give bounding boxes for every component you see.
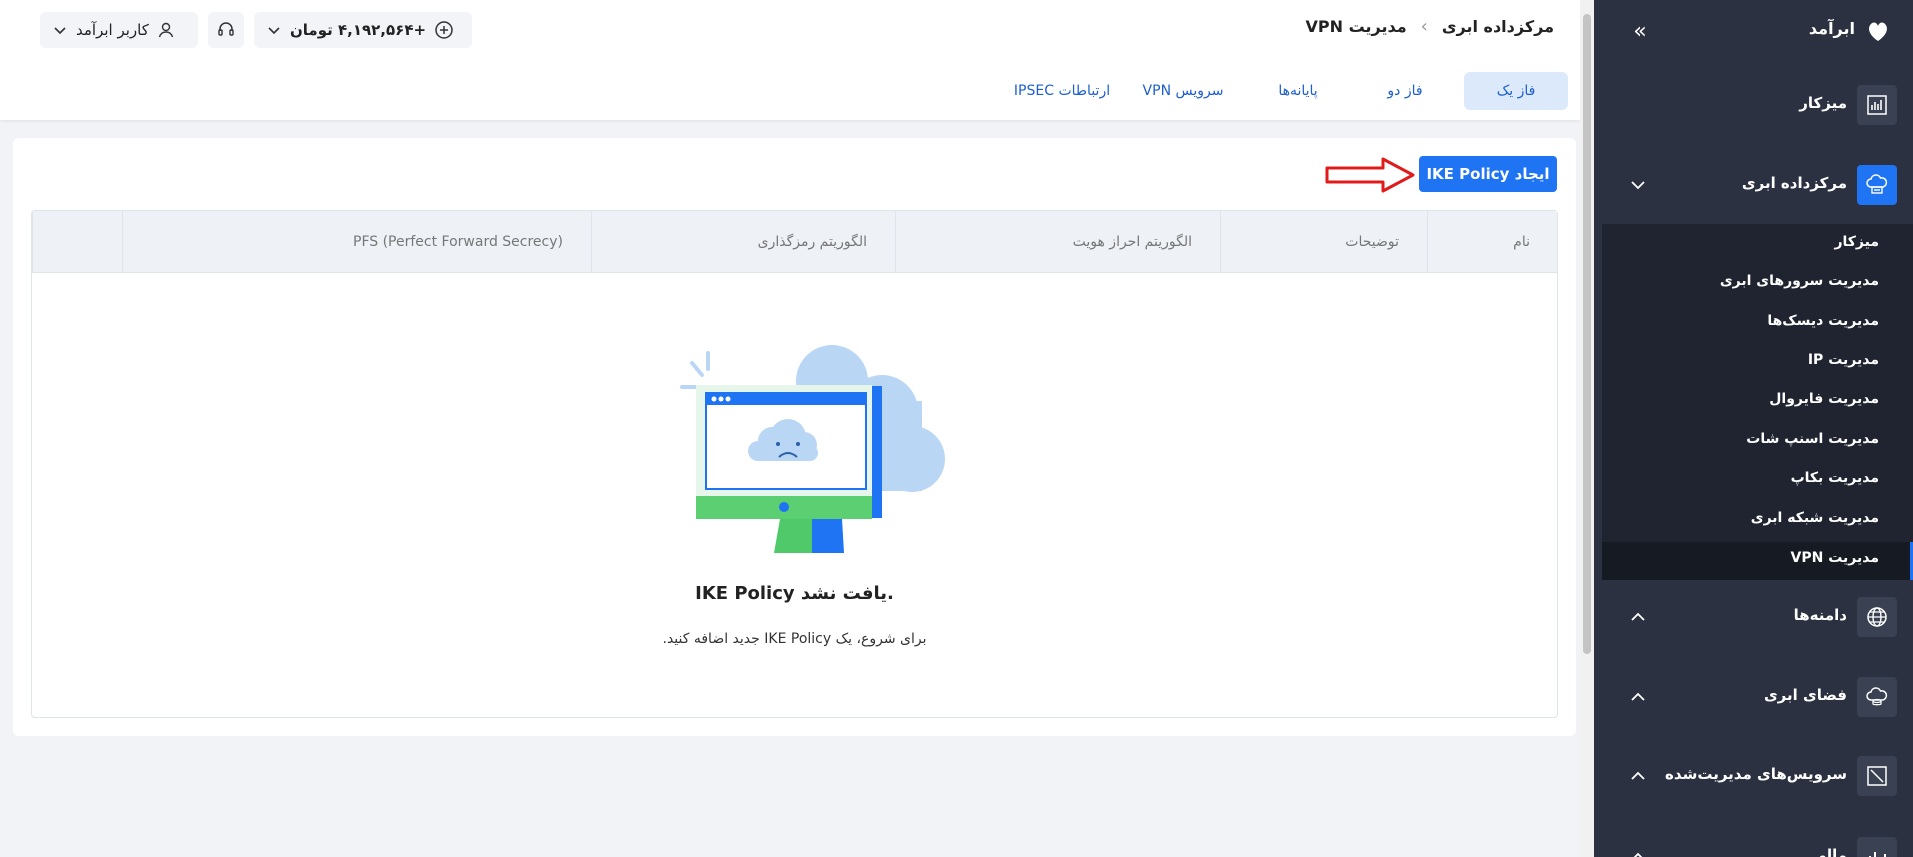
submenu-item-dashboard[interactable]: میزکار xyxy=(1834,234,1879,250)
sidebar-brand: « ابرآمد xyxy=(1594,0,1913,62)
sidebar-item-cloud-space[interactable]: فضای ابری xyxy=(1594,672,1913,722)
cloud-datacenter-icon xyxy=(1857,165,1897,205)
breadcrumb: مرکزداده ابری › مدیریت VPN xyxy=(1306,16,1554,37)
phase-tabs: فاز یک فاز دو پایانه‌ها سرویس VPN ارتباط… xyxy=(0,72,1580,110)
tab-endpoints[interactable]: پایانه‌ها xyxy=(1250,72,1346,110)
managed-services-icon xyxy=(1857,756,1897,796)
table-header: نام توضیحات الگوریتم احراز هویت الگوریتم… xyxy=(32,211,1557,273)
globe-icon xyxy=(1857,597,1897,637)
empty-state-title: IKE Policy یافت نشد. xyxy=(695,583,894,604)
brand-name: ابرآمد xyxy=(1808,19,1855,38)
page-scrollbar-thumb[interactable] xyxy=(1583,14,1591,654)
top-header: مرکزداده ابری › مدیریت VPN +۴,۱۹۲,۵۶۴ تو… xyxy=(0,0,1580,120)
sidebar-item-label: دامنه‌ها xyxy=(1793,606,1847,624)
brand-logo-icon xyxy=(1869,22,1887,41)
sidebar-item-cloud-datacenter[interactable]: مرکزداده ابری xyxy=(1594,160,1913,210)
breadcrumb-item-vpn: مدیریت VPN xyxy=(1305,17,1407,36)
column-header-encryption-algorithm: الگوریتم رمزگذاری xyxy=(591,211,895,273)
collapse-sidebar-icon[interactable]: « xyxy=(1628,20,1652,44)
submenu-item-cloud-network[interactable]: مدیریت شبکه ابری xyxy=(1751,510,1879,526)
column-header-actions xyxy=(32,211,122,273)
chevron-up-icon xyxy=(1631,692,1645,701)
chevron-down-icon xyxy=(1631,181,1645,190)
dashboard-chart-icon xyxy=(1857,85,1897,125)
submenu-item-firewall[interactable]: مدیریت فایروال xyxy=(1769,391,1879,407)
empty-state-illustration xyxy=(680,345,945,553)
submenu-item-disks[interactable]: مدیریت دیسک‌ها xyxy=(1767,313,1879,329)
sidebar-item-label: سرویس‌های مدیریت‌شده xyxy=(1665,765,1847,783)
sidebar-item-dashboard[interactable]: میزکار xyxy=(1594,80,1913,130)
sidebar-submenu: میزکار مدیریت سرورهای ابری مدیریت دیسک‌ه… xyxy=(1602,224,1913,580)
tab-vpn-service[interactable]: سرویس VPN xyxy=(1130,72,1236,110)
chevron-up-icon xyxy=(1631,771,1645,780)
page-scrollbar[interactable] xyxy=(1580,0,1594,857)
user-menu-button[interactable]: کاربر ابرآمد xyxy=(40,12,198,48)
add-credit-icon xyxy=(435,21,453,39)
sidebar-item-managed-services[interactable]: سرویس‌های مدیریت‌شده xyxy=(1594,751,1913,801)
chevron-up-icon xyxy=(1631,612,1645,621)
user-icon xyxy=(158,22,174,38)
sidebar-item-label: مالی xyxy=(1811,846,1847,857)
submenu-item-vpn[interactable]: مدیریت VPN xyxy=(1791,550,1879,566)
create-ike-policy-button[interactable]: ایجاد IKE Policy xyxy=(1419,156,1557,192)
submenu-item-snapshot[interactable]: مدیریت اسنپ شات xyxy=(1746,431,1879,447)
column-header-auth-algorithm: الگوریتم احراز هویت xyxy=(895,211,1220,273)
submenu-item-ip[interactable]: مدیریت IP xyxy=(1808,352,1879,368)
sidebar-item-finance[interactable]: مالی xyxy=(1594,832,1913,857)
support-button[interactable] xyxy=(208,12,244,48)
sidebar-item-domains[interactable]: دامنه‌ها xyxy=(1594,592,1913,642)
tab-ipsec-connections[interactable]: ارتباطات IPSEC xyxy=(1006,72,1118,110)
chevron-up-icon xyxy=(1633,852,1643,857)
sidebar-item-label: فضای ابری xyxy=(1763,686,1847,704)
column-header-name: نام xyxy=(1427,211,1558,273)
balance-amount: +۴,۱۹۲,۵۶۴ تومان xyxy=(290,21,427,39)
tab-phase-one[interactable]: فاز یک xyxy=(1464,72,1568,110)
sidebar: « ابرآمد میزکار مرکزداده ابری میزکار مدی… xyxy=(1594,0,1913,857)
user-name: کاربر ابرآمد xyxy=(76,21,149,39)
empty-state-subtitle: برای شروع، یک IKE Policy جدید اضافه کنید… xyxy=(662,631,927,647)
submenu-item-backup[interactable]: مدیریت بکاپ xyxy=(1791,470,1879,486)
breadcrumb-separator-icon: › xyxy=(1420,16,1428,37)
finance-chart-icon xyxy=(1857,837,1897,857)
ike-policy-card: ایجاد IKE Policy نام توضیحات الگوریتم اح… xyxy=(13,138,1576,736)
headset-icon xyxy=(218,22,234,36)
chevron-down-icon xyxy=(54,27,66,35)
cloud-storage-icon xyxy=(1857,677,1897,717)
tab-phase-two[interactable]: فاز دو xyxy=(1360,72,1450,110)
balance-button[interactable]: +۴,۱۹۲,۵۶۴ تومان xyxy=(254,12,472,48)
chevron-down-icon xyxy=(268,27,280,35)
column-header-description: توضیحات xyxy=(1220,211,1427,273)
sidebar-item-label: مرکزداده ابری xyxy=(1741,174,1847,192)
column-header-pfs: PFS (Perfect Forward Secrecy) xyxy=(122,211,591,273)
submenu-item-cloud-servers[interactable]: مدیریت سرورهای ابری xyxy=(1720,273,1879,289)
red-arrow-annotation xyxy=(1325,157,1415,193)
ike-policy-table: نام توضیحات الگوریتم احراز هویت الگوریتم… xyxy=(31,210,1558,718)
breadcrumb-item-datacenter[interactable]: مرکزداده ابری xyxy=(1442,17,1554,36)
sidebar-item-label: میزکار xyxy=(1799,94,1847,112)
